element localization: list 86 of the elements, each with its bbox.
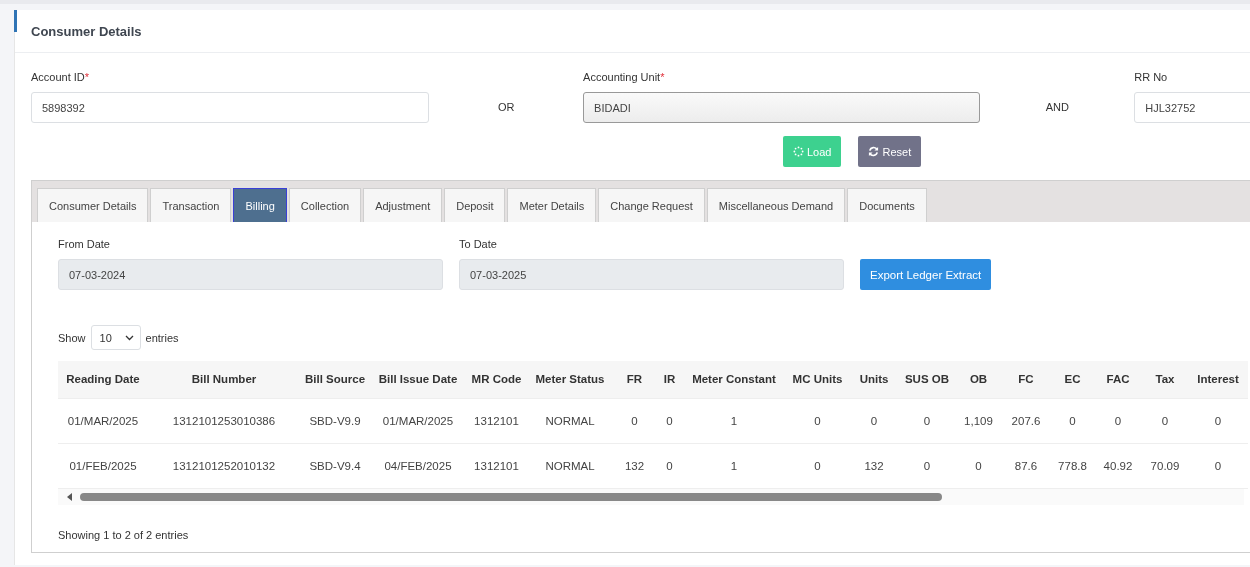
date-field[interactable]: 07-03-2025 — [459, 259, 844, 290]
table-cell: 1,109 — [956, 398, 1001, 443]
table-cell: 0 — [1051, 398, 1094, 443]
column-header[interactable]: Tax — [1142, 361, 1188, 398]
table-cell: 1312101 — [466, 443, 527, 488]
table-cell: 1 — [683, 443, 785, 488]
tab[interactable]: Deposit — [444, 188, 506, 222]
table-cell: 1312101253010386 — [148, 398, 300, 443]
page-size-select[interactable]: 10 — [90, 325, 141, 350]
table-cell: 132 — [850, 443, 898, 488]
field-label: From Date — [58, 238, 111, 252]
refresh-icon — [868, 146, 880, 157]
column-header[interactable]: IR — [656, 361, 683, 398]
tab[interactable]: Meter Details — [507, 188, 597, 222]
table-cell: NORMAL — [527, 398, 613, 443]
entries-label: entries — [145, 331, 179, 344]
spinner-icon — [793, 146, 804, 157]
column-header[interactable]: Reading Date — [58, 361, 148, 398]
column-header[interactable]: MC Units — [785, 361, 850, 398]
table-cell: 01/MAR/2025 — [58, 398, 148, 443]
tab[interactable]: Consumer Details — [37, 188, 149, 222]
tab[interactable]: Adjustment — [363, 188, 443, 222]
tab[interactable]: Change Request — [598, 188, 705, 222]
chevron-down-icon — [124, 334, 134, 341]
date-field[interactable]: 07-03-2024 — [58, 259, 443, 290]
table-cell: 0 — [1094, 398, 1142, 443]
or-text: OR — [497, 100, 516, 113]
column-header[interactable]: MR Code — [466, 361, 527, 398]
table-cell: 132 — [613, 443, 656, 488]
field-label: Account ID* — [31, 71, 91, 85]
column-header[interactable]: EC — [1051, 361, 1094, 398]
input-field[interactable]: HJL32752 — [1134, 92, 1250, 123]
column-header[interactable]: FC — [1001, 361, 1051, 398]
input-field[interactable]: 5898392 — [31, 92, 430, 123]
table-cell: 207.6 — [1001, 398, 1051, 443]
table-cell: 778.8 — [1051, 443, 1094, 488]
table-cell: 70.09 — [1142, 443, 1188, 488]
field-label: Accounting Unit* — [583, 71, 666, 85]
table-cell: 04/FEB/2025 — [370, 443, 466, 488]
tab[interactable]: Collection — [288, 188, 362, 222]
column-header[interactable]: SUS OB — [898, 361, 956, 398]
select-field[interactable]: BIDADI — [583, 92, 981, 123]
and-text: AND — [1044, 100, 1070, 113]
table-cell: 1312101 — [466, 398, 527, 443]
table-cell: 0 — [785, 443, 850, 488]
table-cell: 0 — [956, 443, 1001, 488]
column-header[interactable]: Interest — [1188, 361, 1248, 398]
table-cell: 0 — [898, 443, 956, 488]
column-header[interactable]: Meter Status — [527, 361, 613, 398]
column-header[interactable]: FAC — [1094, 361, 1142, 398]
table-cell: 01/MAR/2025 — [370, 398, 466, 443]
field-label: To Date — [459, 238, 498, 252]
table-cell: 0 — [656, 398, 683, 443]
table-cell: NORMAL — [527, 443, 613, 488]
table-info: Showing 1 to 2 of 2 entries — [58, 528, 190, 541]
table-cell: 87.6 — [1001, 443, 1051, 488]
card-title: Consumer Details — [31, 23, 142, 39]
table-cell: 40.92 — [1094, 443, 1142, 488]
table-cell: 0 — [656, 443, 683, 488]
table-cell: 0 — [1188, 398, 1248, 443]
show-label: Show — [58, 331, 86, 344]
column-header[interactable]: Bill Number — [148, 361, 300, 398]
table-cell: 1 — [683, 398, 785, 443]
table-cell: 1312101252010132 — [148, 443, 300, 488]
table-cell: 0 — [613, 398, 656, 443]
column-header[interactable]: Units — [850, 361, 898, 398]
column-header[interactable]: FR — [613, 361, 656, 398]
table-cell: 0 — [850, 398, 898, 443]
field-label: RR No — [1134, 71, 1169, 85]
tab[interactable]: Miscellaneous Demand — [706, 188, 846, 222]
table-cell: SBD-V9.4 — [300, 443, 370, 488]
accent-bar — [14, 10, 17, 32]
tab[interactable]: Transaction — [150, 188, 232, 222]
table-cell: 0 — [1142, 398, 1188, 443]
reset-button[interactable]: Reset — [858, 136, 922, 167]
column-header[interactable]: Bill Issue Date — [370, 361, 466, 398]
table-cell: 0 — [785, 398, 850, 443]
column-header[interactable]: Bill Source — [300, 361, 370, 398]
table-cell: 0 — [1188, 443, 1248, 488]
column-header[interactable]: Meter Constant — [683, 361, 785, 398]
table-cell: SBD-V9.9 — [300, 398, 370, 443]
tab[interactable]: Billing — [233, 188, 287, 222]
table-cell: 0 — [898, 398, 956, 443]
table-cell: 01/FEB/2025 — [58, 443, 148, 488]
tab[interactable]: Documents — [847, 188, 927, 222]
column-header[interactable]: OB — [956, 361, 1001, 398]
